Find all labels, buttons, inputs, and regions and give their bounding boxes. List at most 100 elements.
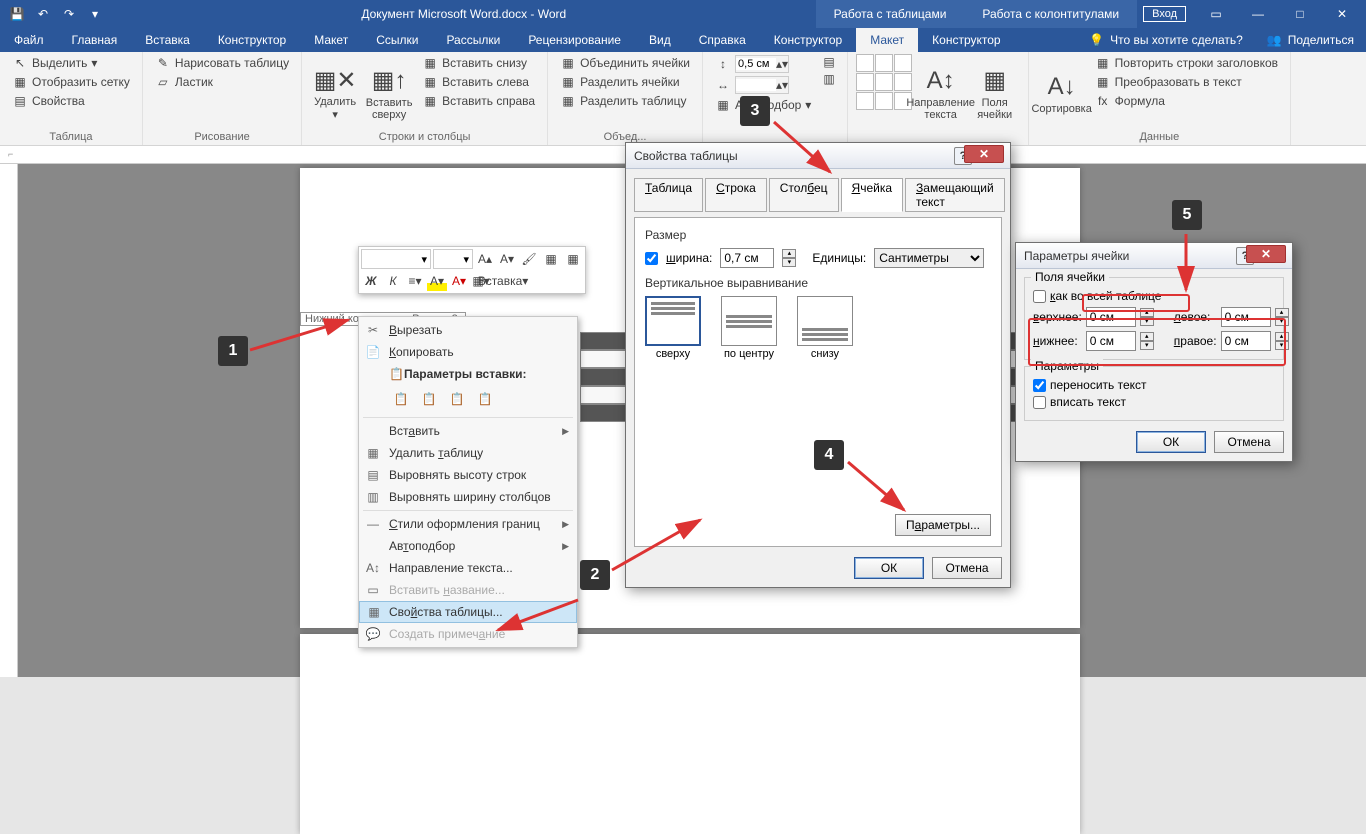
delete-icon[interactable]: ▦ — [541, 249, 561, 269]
valign-bottom-option[interactable]: снизу — [797, 296, 853, 360]
row-height-field[interactable]: ↕▴▾ — [711, 54, 815, 74]
distribute-rows-icon[interactable]: ▤ — [819, 54, 838, 70]
split-table-button[interactable]: ▦Разделить таблицу — [556, 92, 694, 110]
tab-layout[interactable]: Макет — [300, 28, 362, 52]
context-tab-table-tools[interactable]: Работа с таблицами — [816, 0, 965, 28]
delete-button[interactable]: ▦✕Удалить▾ — [310, 54, 360, 131]
ok-button[interactable]: ОК — [854, 557, 924, 579]
menu-border-styles[interactable]: —Стили оформления границ▶ — [359, 513, 577, 535]
paste-picture-icon[interactable]: 📋 — [445, 387, 469, 411]
tab-header-footer-design[interactable]: Конструктор — [918, 28, 1014, 52]
properties-button[interactable]: ▤Свойства — [8, 92, 134, 110]
menu-text-direction[interactable]: A↕Направление текста... — [359, 557, 577, 579]
cell-margins-button[interactable]: ▦Поля ячейки — [970, 54, 1020, 131]
insert-icon[interactable]: ▦ — [563, 249, 583, 269]
same-as-table-checkbox[interactable] — [1033, 290, 1046, 303]
redo-icon[interactable]: ↷ — [58, 3, 80, 25]
menu-distribute-rows[interactable]: ▤Выровнять высоту строк — [359, 464, 577, 486]
menu-autofit[interactable]: Автоподбор▶ — [359, 535, 577, 557]
menu-copy[interactable]: 📄Копировать — [359, 341, 577, 363]
dialog-title-bar[interactable]: Свойства таблицы ? ✕ — [626, 143, 1010, 169]
tab-cell[interactable]: Ячейка — [841, 178, 904, 212]
bottom-margin-input[interactable] — [1086, 331, 1136, 351]
align-mid-right[interactable] — [894, 73, 912, 91]
tell-me-search[interactable]: 💡Что вы хотите сделать? — [1077, 28, 1255, 52]
right-margin-input[interactable] — [1221, 331, 1271, 351]
login-button[interactable]: Вход — [1143, 6, 1186, 22]
paste-text-icon[interactable]: 📋 — [473, 387, 497, 411]
parameters-button[interactable]: Параметры... — [895, 514, 991, 536]
draw-table-button[interactable]: ✎Нарисовать таблицу — [151, 54, 293, 72]
tab-references[interactable]: Ссылки — [362, 28, 432, 52]
grow-font-icon[interactable]: A▴ — [475, 249, 495, 269]
close-icon[interactable]: ✕ — [1322, 0, 1362, 28]
tab-design[interactable]: Конструктор — [204, 28, 300, 52]
insert-above-button[interactable]: ▦↑Вставить сверху — [364, 54, 414, 131]
undo-icon[interactable]: ↶ — [32, 3, 54, 25]
tab-table[interactable]: Таблица — [634, 178, 703, 212]
top-margin-input[interactable] — [1086, 307, 1136, 327]
tab-help[interactable]: Справка — [685, 28, 760, 52]
convert-to-text-button[interactable]: ▦Преобразовать в текст — [1091, 73, 1282, 91]
share-button[interactable]: 👥Поделиться — [1255, 28, 1366, 52]
tab-alt-text[interactable]: Замещающий текст — [905, 178, 1005, 212]
font-color-icon[interactable]: A▾ — [449, 271, 469, 291]
cancel-button[interactable]: Отмена — [932, 557, 1002, 579]
ok-button[interactable]: ОК — [1136, 431, 1206, 453]
align-bot-center[interactable] — [875, 92, 893, 110]
font-size-combo[interactable]: ▾ — [433, 249, 473, 269]
tab-row[interactable]: Строка — [705, 178, 767, 212]
highlight-icon[interactable]: A▾ — [427, 271, 447, 291]
tab-file[interactable]: Файл — [0, 28, 58, 52]
paste-keep-source-icon[interactable]: 📋 — [389, 387, 413, 411]
format-painter-icon[interactable]: 🖌 — [519, 249, 539, 269]
split-cells-button[interactable]: ▦Разделить ячейки — [556, 73, 694, 91]
vertical-ruler[interactable] — [0, 164, 18, 677]
tab-review[interactable]: Рецензирование — [514, 28, 635, 52]
align-top-center[interactable] — [875, 54, 893, 72]
align-icon[interactable]: ≡▾ — [405, 271, 425, 291]
tab-view[interactable]: Вид — [635, 28, 685, 52]
italic-icon[interactable]: К — [383, 271, 403, 291]
close-icon[interactable]: ✕ — [964, 145, 1004, 163]
document-page-next[interactable] — [300, 634, 1080, 834]
menu-delete-table[interactable]: ▦Удалить таблицу — [359, 442, 577, 464]
insert-right-button[interactable]: ▦Вставить справа — [418, 92, 539, 110]
maximize-icon[interactable]: □ — [1280, 0, 1320, 28]
menu-table-properties[interactable]: ▦Свойства таблицы... — [359, 601, 577, 623]
merge-cells-button[interactable]: ▦Объединить ячейки — [556, 54, 694, 72]
wrap-text-checkbox[interactable] — [1033, 379, 1046, 392]
font-name-combo[interactable]: ▾ — [361, 249, 431, 269]
ribbon-display-options-icon[interactable]: ▭ — [1196, 0, 1236, 28]
alignment-grid[interactable] — [856, 54, 912, 131]
spinner[interactable]: ▴▾ — [1275, 332, 1289, 350]
align-mid-left[interactable] — [856, 73, 874, 91]
spinner[interactable]: ▴▾ — [1275, 308, 1289, 326]
eraser-button[interactable]: ▱Ластик — [151, 73, 293, 91]
sort-button[interactable]: A↓Сортировка — [1037, 54, 1087, 131]
left-margin-input[interactable] — [1221, 307, 1271, 327]
spinner[interactable]: ▴▾ — [1140, 332, 1154, 350]
tab-insert[interactable]: Вставка — [131, 28, 204, 52]
tab-column[interactable]: Столбец — [769, 178, 839, 212]
valign-top-option[interactable]: сверху — [645, 296, 701, 360]
insert-below-button[interactable]: ▦Вставить снизу — [418, 54, 539, 72]
menu-insert[interactable]: Вставить▶ — [359, 420, 577, 442]
tab-table-layout[interactable]: Макет — [856, 28, 918, 52]
units-select[interactable]: Сантиметры — [874, 248, 984, 268]
align-mid-center[interactable] — [875, 73, 893, 91]
align-top-right[interactable] — [894, 54, 912, 72]
insert-left-button[interactable]: ▦Вставить слева — [418, 73, 539, 91]
select-button[interactable]: ↖Выделить▾ — [8, 54, 134, 72]
valign-center-option[interactable]: по центру — [721, 296, 777, 360]
cancel-button[interactable]: Отмена — [1214, 431, 1284, 453]
view-gridlines-button[interactable]: ▦Отобразить сетку — [8, 73, 134, 91]
bold-icon[interactable]: Ж — [361, 271, 381, 291]
repeat-header-button[interactable]: ▦Повторить строки заголовков — [1091, 54, 1282, 72]
paste-merge-icon[interactable]: 📋 — [417, 387, 441, 411]
width-checkbox[interactable] — [645, 252, 658, 265]
align-bot-left[interactable] — [856, 92, 874, 110]
formula-button[interactable]: fxФормула — [1091, 92, 1282, 110]
menu-cut[interactable]: ✂Вырезать — [359, 319, 577, 341]
shrink-font-icon[interactable]: A▾ — [497, 249, 517, 269]
